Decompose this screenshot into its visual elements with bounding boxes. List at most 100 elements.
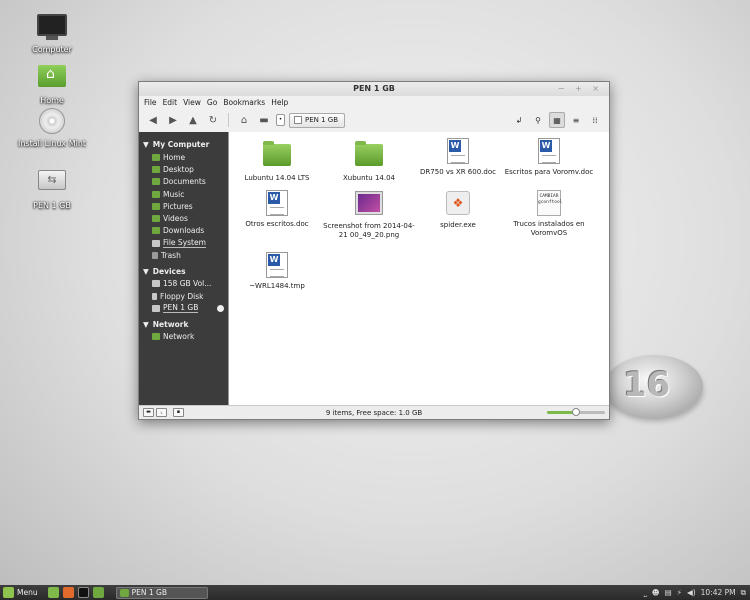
file-name: Trucos instalados en VoromvOS bbox=[513, 220, 585, 237]
folder-icon bbox=[152, 202, 160, 210]
sidebar-item-music[interactable]: Music bbox=[139, 188, 228, 200]
workspace-icon[interactable]: ⧉ bbox=[741, 588, 746, 598]
breadcrumb-label: PEN 1 GB bbox=[305, 116, 339, 124]
open-terminal-icon[interactable]: ↲ bbox=[511, 112, 527, 128]
firefox-icon[interactable] bbox=[62, 587, 74, 598]
sidebar-item-home[interactable]: Home bbox=[139, 151, 228, 163]
desktop-icon-home[interactable]: Home bbox=[12, 62, 92, 105]
sidebar-item-floppy[interactable]: Floppy Disk bbox=[139, 290, 228, 302]
file-item[interactable]: ~WRL1484.tmp bbox=[231, 252, 323, 291]
word-document-icon bbox=[538, 138, 560, 164]
window-controls[interactable]: − + × bbox=[558, 84, 603, 93]
sidebar-item-file-system[interactable]: File System bbox=[139, 237, 228, 249]
menu-button[interactable]: Menu bbox=[3, 587, 38, 598]
keyboard-icon[interactable]: ⎵ bbox=[644, 588, 647, 598]
sidebar-item-network[interactable]: Network bbox=[139, 331, 228, 343]
desktop-icon-install[interactable]: Install Linux Mint bbox=[12, 108, 92, 148]
network-icon[interactable]: ⚡ bbox=[677, 588, 682, 597]
sidebar-item-videos[interactable]: Videos bbox=[139, 212, 228, 224]
sidebar: ▼ My Computer Home Desktop Documents Musi… bbox=[139, 132, 228, 407]
floppy-icon bbox=[152, 292, 157, 300]
path-toggle-button[interactable]: • bbox=[276, 114, 285, 126]
menu-go[interactable]: Go bbox=[207, 98, 217, 107]
sidebar-item-volume[interactable]: 158 GB Vol... bbox=[139, 278, 228, 290]
titlebar[interactable]: PEN 1 GB − + × bbox=[139, 82, 609, 96]
location-breadcrumb[interactable]: PEN 1 GB bbox=[289, 112, 346, 128]
search-icon[interactable]: ⚲ bbox=[530, 112, 546, 128]
file-item[interactable]: Xubuntu 14.04 bbox=[323, 141, 415, 183]
file-item[interactable]: Escritos para Voromv.doc bbox=[503, 138, 595, 177]
folder-icon bbox=[152, 165, 160, 173]
file-name: DR750 vs XR 600.doc bbox=[420, 168, 496, 176]
home-icon[interactable]: ⌂ bbox=[236, 112, 252, 128]
file-item[interactable]: CAMBIAR gconftool Trucos instalados en V… bbox=[503, 190, 595, 238]
menu-view[interactable]: View bbox=[183, 98, 201, 107]
back-arrow-icon[interactable]: ◀ bbox=[145, 112, 161, 128]
file-name: Screenshot from 2014-04-21 00_49_20.png bbox=[323, 222, 415, 239]
task-label: PEN 1 GB bbox=[131, 588, 167, 597]
word-document-icon bbox=[266, 190, 288, 216]
sidebar-item-desktop[interactable]: Desktop bbox=[139, 163, 228, 175]
folder-icon bbox=[263, 141, 291, 166]
menu-file[interactable]: File bbox=[144, 98, 157, 107]
computer-icon[interactable]: ▬ bbox=[256, 112, 272, 128]
compact-view-button[interactable]: ⁞⁞ bbox=[587, 112, 603, 128]
usb-drive-icon: ⇆ bbox=[36, 170, 68, 198]
terminal-icon[interactable] bbox=[77, 587, 89, 598]
icon-view-button[interactable]: ▦ bbox=[549, 112, 565, 128]
network-icon bbox=[152, 333, 160, 341]
sidebar-item-documents[interactable]: Documents bbox=[139, 176, 228, 188]
word-document-icon bbox=[447, 138, 469, 164]
statusbar: ▬ ⌞ ▪ 9 items, Free space: 1.0 GB bbox=[139, 405, 609, 419]
up-arrow-icon[interactable]: ▲ bbox=[185, 112, 201, 128]
zoom-slider[interactable] bbox=[547, 408, 605, 416]
sidebar-item-trash[interactable]: Trash bbox=[139, 249, 228, 261]
reload-icon[interactable]: ↻ bbox=[205, 112, 221, 128]
desktop-icon-label: PEN 1 GB bbox=[33, 201, 71, 210]
sidebar-item-downloads[interactable]: Downloads bbox=[139, 225, 228, 237]
file-item[interactable]: Otros escritos.doc bbox=[231, 190, 323, 229]
show-desktop-icon[interactable] bbox=[47, 587, 59, 598]
taskbar-panel: Menu PEN 1 GB ⎵ ☻ ▤ ⚡ ◀) 10:42 PM ⧉ bbox=[0, 585, 750, 600]
zoom-slider-handle[interactable] bbox=[572, 408, 580, 416]
user-icon[interactable]: ☻ bbox=[652, 588, 660, 597]
clock[interactable]: 10:42 PM bbox=[701, 588, 736, 597]
menu-edit[interactable]: Edit bbox=[163, 98, 178, 107]
tree-toggle-button[interactable]: ⌞ bbox=[156, 408, 167, 417]
forward-arrow-icon[interactable]: ▶ bbox=[165, 112, 181, 128]
desktop-icon-computer[interactable]: Computer bbox=[12, 14, 92, 54]
desktop-icon-label: Home bbox=[40, 96, 64, 105]
file-item[interactable]: DR750 vs XR 600.doc bbox=[412, 138, 504, 177]
volume-icon[interactable]: ◀) bbox=[687, 588, 696, 597]
drive-icon bbox=[152, 239, 160, 247]
mint-16-badge: 16 bbox=[605, 355, 703, 417]
menu-help[interactable]: Help bbox=[271, 98, 288, 107]
files-icon[interactable] bbox=[92, 587, 104, 598]
places-toggle-button[interactable]: ▬ bbox=[143, 408, 154, 417]
file-item[interactable]: Lubuntu 14.04 LTS bbox=[231, 141, 323, 183]
sidebar-section-header[interactable]: ▼ Network bbox=[139, 318, 228, 331]
file-item[interactable]: ❖ spider.exe bbox=[412, 190, 504, 230]
folder-icon bbox=[152, 178, 160, 186]
sidebar-section-header[interactable]: ▼ Devices bbox=[139, 265, 228, 278]
list-view-button[interactable]: ≡ bbox=[568, 112, 584, 128]
file-name: ~WRL1484.tmp bbox=[249, 282, 305, 290]
sidebar-section-header[interactable]: ▼ My Computer bbox=[139, 138, 228, 151]
menu-bookmarks[interactable]: Bookmarks bbox=[223, 98, 265, 107]
sidebar-item-pen[interactable]: PEN 1 GB bbox=[139, 302, 228, 314]
collapse-arrow-icon: ▼ bbox=[143, 140, 149, 149]
desktop-icon-usb[interactable]: ⇆ PEN 1 GB bbox=[12, 166, 92, 210]
clipboard-icon[interactable]: ▤ bbox=[665, 588, 672, 597]
taskbar-window-pen[interactable]: PEN 1 GB bbox=[115, 586, 208, 599]
desktop-icon-label: Install Linux Mint bbox=[17, 139, 87, 148]
folder-icon bbox=[355, 141, 383, 166]
file-name: Lubuntu 14.04 LTS bbox=[244, 174, 310, 182]
word-document-icon bbox=[266, 252, 288, 278]
image-thumbnail-icon bbox=[355, 191, 383, 215]
eject-icon[interactable] bbox=[217, 304, 224, 312]
hide-sidebar-button[interactable]: ▪ bbox=[173, 408, 184, 417]
file-item[interactable]: Screenshot from 2014-04-21 00_49_20.png bbox=[323, 190, 415, 240]
file-area[interactable]: Lubuntu 14.04 LTS Xubuntu 14.04 DR750 vs… bbox=[228, 132, 609, 407]
home-folder-icon bbox=[36, 65, 68, 93]
sidebar-item-pictures[interactable]: Pictures bbox=[139, 200, 228, 212]
